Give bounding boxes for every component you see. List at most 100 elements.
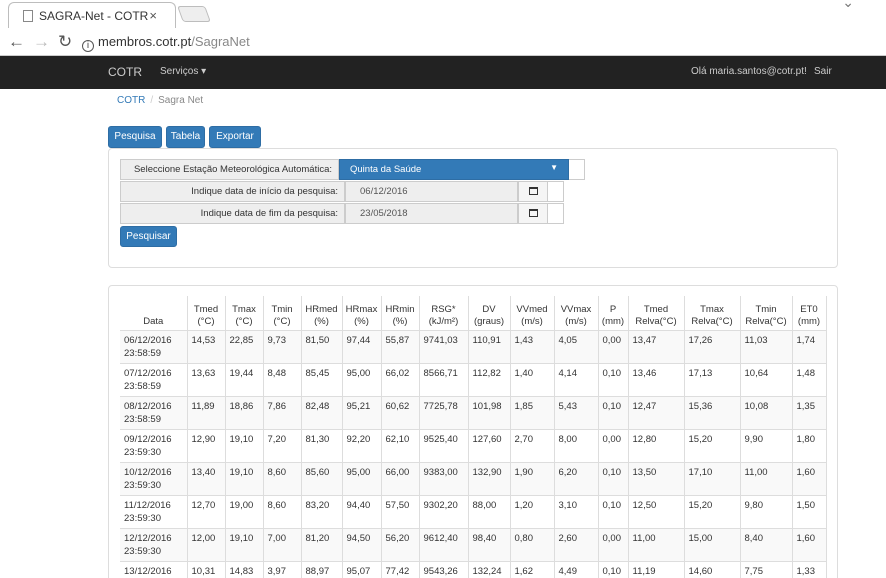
- col-header: VVmed (m/s): [509, 296, 555, 331]
- value-cell: 88,97: [300, 560, 343, 578]
- value-cell: 12,90: [186, 428, 226, 463]
- logout-link[interactable]: Sair: [814, 66, 832, 77]
- forward-arrow-icon[interactable]: →: [33, 32, 50, 52]
- value-cell: 94,50: [341, 527, 382, 562]
- col-header: HRmin (%): [380, 296, 420, 331]
- breadcrumb-current: Sagra Net: [158, 95, 204, 106]
- value-cell: 0,00: [597, 329, 629, 364]
- breadcrumb: COTR / Sagra Net: [117, 95, 203, 106]
- value-cell: 1,85: [509, 395, 555, 430]
- calendar-icon: [528, 209, 538, 217]
- value-cell: 127,60: [467, 428, 511, 463]
- start-calendar-button[interactable]: [518, 181, 548, 202]
- user-greeting[interactable]: Olá maria.santos@cotr.pt!: [691, 66, 807, 77]
- col-header: DV (graus): [467, 296, 511, 331]
- services-menu[interactable]: Serviços ▾: [160, 66, 206, 77]
- url-field[interactable]: i membros.cotr.pt/SagraNet: [82, 34, 250, 52]
- col-header: VVmax (m/s): [553, 296, 599, 331]
- value-cell: 0,10: [597, 395, 629, 430]
- breadcrumb-home-link[interactable]: COTR: [117, 95, 145, 106]
- value-cell: 9302,20: [418, 494, 469, 529]
- value-cell: 88,00: [467, 494, 511, 529]
- col-header: Tmax (°C): [224, 296, 264, 331]
- station-select[interactable]: Quinta da Saúde ▼: [339, 159, 569, 180]
- table-row: 11/12/2016 23:59:30 12,70 19,00 8,60 83,20 94…: [120, 494, 827, 529]
- page-favicon-icon: [23, 10, 33, 22]
- date-cell: 06/12/2016 23:58:59: [120, 329, 188, 364]
- start-date-input[interactable]: 06/12/2016: [345, 181, 518, 202]
- value-cell: 55,87: [380, 329, 420, 364]
- back-arrow-icon[interactable]: ←: [8, 32, 25, 52]
- value-cell: 97,44: [341, 329, 382, 364]
- date-cell: 08/12/2016 23:58:59: [120, 395, 188, 430]
- value-cell: 9543,26: [418, 560, 469, 578]
- value-cell: 0,00: [597, 428, 629, 463]
- start-date-label: Indique data de início da pesquisa:: [120, 181, 345, 202]
- date-cell: 12/12/2016 23:59:30: [120, 527, 188, 562]
- brand-logo[interactable]: COTR: [108, 65, 142, 79]
- value-cell: 1,33: [791, 560, 827, 578]
- start-date-addon: [548, 181, 564, 202]
- value-cell: 132,90: [467, 461, 511, 496]
- value-cell: 12,00: [186, 527, 226, 562]
- station-select-value: Quinta da Saúde: [350, 164, 422, 175]
- value-cell: 1,80: [791, 428, 827, 463]
- tab-close-icon[interactable]: ×: [149, 8, 157, 23]
- station-select-addon: [569, 159, 585, 180]
- col-header: RSG* (kJ/m²): [418, 296, 469, 331]
- col-header: ET0 (mm): [791, 296, 827, 331]
- value-cell: 60,62: [380, 395, 420, 430]
- value-cell: 1,60: [791, 527, 827, 562]
- value-cell: 15,20: [683, 428, 741, 463]
- value-cell: 15,20: [683, 494, 741, 529]
- caret-down-icon: ▼: [550, 163, 558, 172]
- value-cell: 13,47: [627, 329, 685, 364]
- value-cell: 98,40: [467, 527, 511, 562]
- new-tab-button[interactable]: [177, 6, 211, 22]
- value-cell: 8,40: [739, 527, 793, 562]
- search-tab-button[interactable]: Pesquisa: [108, 126, 162, 148]
- value-cell: 66,02: [380, 362, 420, 397]
- value-cell: 22,85: [224, 329, 264, 364]
- value-cell: 1,62: [509, 560, 555, 578]
- value-cell: 0,10: [597, 560, 629, 578]
- value-cell: 85,45: [300, 362, 343, 397]
- value-cell: 19,44: [224, 362, 264, 397]
- value-cell: 7,20: [262, 428, 302, 463]
- value-cell: 12,80: [627, 428, 685, 463]
- value-cell: 18,86: [224, 395, 264, 430]
- window-control-icon[interactable]: ⌄: [842, 0, 854, 11]
- value-cell: 11,03: [739, 329, 793, 364]
- col-header: HRmed (%): [300, 296, 343, 331]
- value-cell: 81,50: [300, 329, 343, 364]
- value-cell: 85,60: [300, 461, 343, 496]
- browser-tab[interactable]: SAGRA-Net - COTR ×: [8, 2, 176, 28]
- value-cell: 11,00: [627, 527, 685, 562]
- value-cell: 4,49: [553, 560, 599, 578]
- table-row: 10/12/2016 23:59:30 13,40 19,10 8,60 85,60 95…: [120, 461, 827, 496]
- col-header: Tmed (°C): [186, 296, 226, 331]
- table-tab-button[interactable]: Tabela: [166, 126, 205, 148]
- info-icon[interactable]: i: [82, 40, 94, 52]
- date-cell: 09/12/2016 23:59:30: [120, 428, 188, 463]
- table-header-row: Data Tmed (°C) Tmax (°C) Tmin (°C) HRmed (%)…: [120, 296, 827, 331]
- col-header: HRmax (%): [341, 296, 382, 331]
- date-cell: 11/12/2016 23:59:30: [120, 494, 188, 529]
- value-cell: 11,00: [739, 461, 793, 496]
- value-cell: 8,60: [262, 494, 302, 529]
- value-cell: 17,26: [683, 329, 741, 364]
- value-cell: 8,00: [553, 428, 599, 463]
- value-cell: 4,05: [553, 329, 599, 364]
- value-cell: 56,20: [380, 527, 420, 562]
- search-submit-button[interactable]: Pesquisar: [120, 226, 177, 247]
- col-header: Data: [120, 296, 188, 331]
- end-calendar-button[interactable]: [518, 203, 548, 224]
- end-date-input[interactable]: 23/05/2018: [345, 203, 518, 224]
- value-cell: 81,20: [300, 527, 343, 562]
- date-cell: 13/12/2016 23:58:59: [120, 560, 188, 578]
- value-cell: 112,82: [467, 362, 511, 397]
- value-cell: 19,10: [224, 461, 264, 496]
- value-cell: 95,00: [341, 461, 382, 496]
- reload-icon[interactable]: ↻: [58, 32, 72, 52]
- export-button[interactable]: Exportar: [209, 126, 261, 148]
